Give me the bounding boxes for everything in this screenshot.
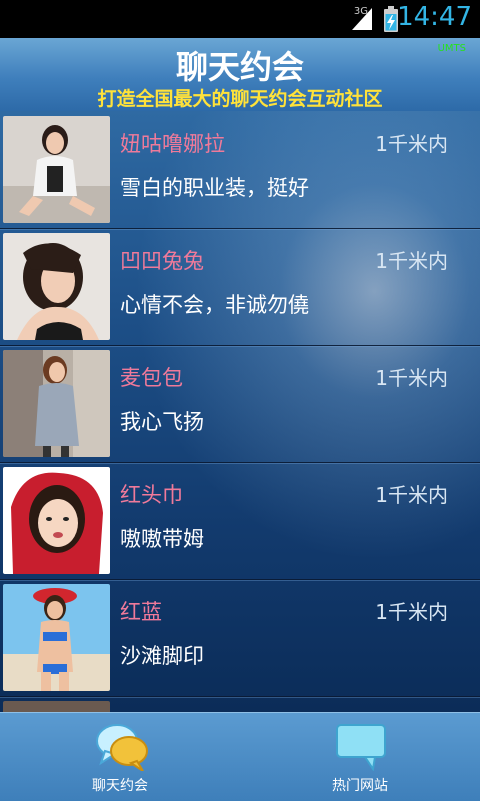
status-bar: 3G 14:47: [0, 0, 480, 38]
contact-status: 沙滩脚印: [120, 644, 204, 668]
contact-distance: 1千米内: [375, 132, 448, 156]
contact-distance: 1千米内: [375, 483, 448, 507]
tab-label: 热门网站: [332, 778, 388, 794]
contact-name: 麦包包: [120, 366, 183, 390]
clock: 14:47: [397, 2, 472, 32]
signal-icon: [352, 8, 372, 30]
contact-distance: 1千米内: [375, 600, 448, 624]
chat-bubbles-icon: [96, 724, 148, 771]
list-item[interactable]: 麦包包 1千米内 我心飞扬: [0, 345, 480, 464]
tab-label: 聊天约会: [92, 778, 148, 794]
avatar: [3, 233, 110, 340]
tab-hot-sites[interactable]: 热门网站: [240, 713, 480, 801]
app-header: 聊天约会 打造全国最大的聊天约会互动社区 UMTS: [0, 38, 480, 111]
contact-name: 红蓝: [120, 600, 162, 624]
contact-name: 凹凹兔兔: [120, 249, 204, 273]
avatar: [3, 116, 110, 223]
list-item[interactable]: 红头巾 1千米内 嗷嗷带姆: [0, 462, 480, 581]
bottom-tab-bar: 聊天约会 热门网站: [0, 712, 480, 801]
contact-status: 雪白的职业装，挺好: [120, 176, 309, 200]
tab-chat-dating[interactable]: 聊天约会: [0, 713, 240, 801]
avatar: [3, 701, 110, 712]
list-item[interactable]: [0, 696, 480, 712]
avatar: [3, 584, 110, 691]
page-subtitle: 打造全国最大的聊天约会互动社区: [97, 88, 383, 110]
contact-distance: 1千米内: [375, 366, 448, 390]
contact-name: 妞咕噜娜拉: [120, 132, 225, 156]
avatar: [3, 467, 110, 574]
list-item[interactable]: 凹凹兔兔 1千米内 心情不会，非诚勿僥: [0, 228, 480, 347]
avatar: [3, 350, 110, 457]
contact-name: 红头巾: [120, 483, 183, 507]
contact-status: 心情不会，非诚勿僥: [120, 293, 309, 317]
contact-status: 我心飞扬: [120, 410, 204, 434]
contact-distance: 1千米内: [375, 249, 448, 273]
speech-bubble-icon: [336, 724, 386, 771]
page-title: 聊天约会: [175, 48, 304, 86]
battery-charging-icon: [384, 6, 398, 32]
list-item[interactable]: 红蓝 1千米内 沙滩脚印: [0, 579, 480, 698]
contact-list[interactable]: 妞咕噜娜拉 1千米内 雪白的职业装，挺好 凹凹兔兔 1千米内 心情不会，非诚勿僥: [0, 111, 480, 712]
network-badge: UMTS: [437, 43, 466, 54]
list-item[interactable]: 妞咕噜娜拉 1千米内 雪白的职业装，挺好: [0, 111, 480, 230]
contact-status: 嗷嗷带姆: [120, 527, 204, 551]
